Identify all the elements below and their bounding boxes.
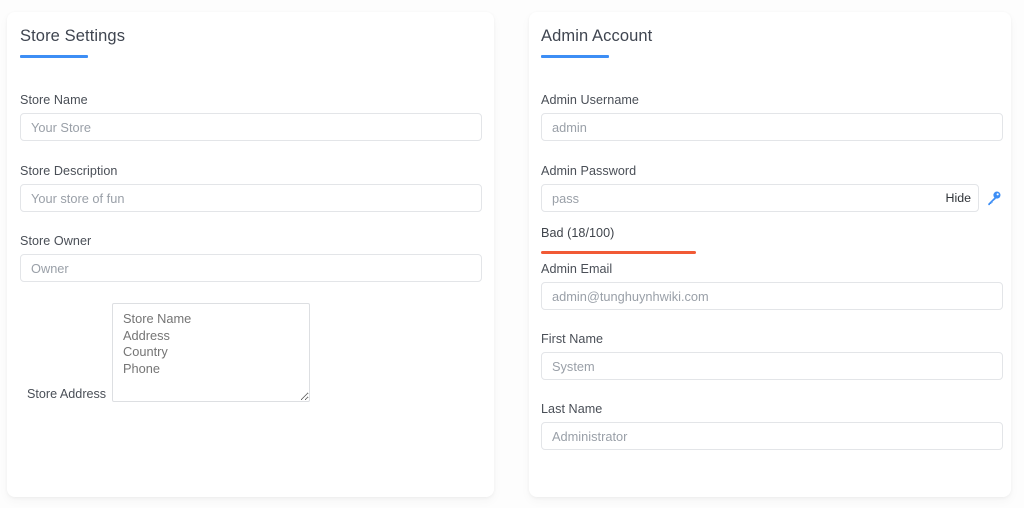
store-settings-panel: Store Settings Store Name Store Descript…: [7, 12, 494, 497]
password-visibility-toggle[interactable]: Hide: [946, 191, 971, 204]
admin-username-input[interactable]: [541, 113, 1003, 141]
field-last-name: Last Name: [541, 402, 1003, 450]
password-strength-bar: [541, 251, 696, 254]
field-store-owner: Store Owner: [20, 234, 482, 282]
admin-account-title: Admin Account: [541, 27, 653, 45]
store-owner-label: Store Owner: [20, 234, 92, 248]
password-strength-indicator: Bad (18/100): [541, 226, 1003, 254]
store-name-label: Store Name: [20, 93, 88, 107]
admin-password-input-wrapper: Hide: [541, 184, 979, 212]
field-store-description: Store Description: [20, 164, 482, 212]
field-admin-email: Admin Email: [541, 262, 1003, 310]
password-strength-text: Bad (18/100): [541, 226, 615, 240]
admin-email-input[interactable]: [541, 282, 1003, 310]
store-settings-title-underline: [20, 55, 88, 58]
store-description-input[interactable]: [20, 184, 482, 212]
settings-page: Store Settings Store Name Store Descript…: [0, 0, 1024, 508]
admin-account-panel: Admin Account Admin Username Admin Passw…: [529, 12, 1011, 497]
store-description-label: Store Description: [20, 164, 118, 178]
admin-password-input[interactable]: [541, 184, 979, 212]
first-name-label: First Name: [541, 332, 604, 346]
field-admin-username: Admin Username: [541, 93, 1003, 141]
field-admin-password: Admin Password Hide: [541, 164, 1003, 212]
store-address-label: Store Address: [27, 387, 107, 401]
store-address-textarea[interactable]: [112, 303, 310, 402]
admin-password-row: Hide: [541, 184, 1003, 212]
key-icon[interactable]: [986, 190, 1002, 206]
store-name-input[interactable]: [20, 113, 482, 141]
last-name-label: Last Name: [541, 402, 603, 416]
field-first-name: First Name: [541, 332, 1003, 380]
first-name-input[interactable]: [541, 352, 1003, 380]
field-store-address: Store Address: [20, 303, 482, 403]
field-store-name: Store Name: [20, 93, 482, 141]
store-settings-title: Store Settings: [20, 27, 126, 45]
last-name-input[interactable]: [541, 422, 1003, 450]
admin-account-title-underline: [541, 55, 609, 58]
admin-email-label: Admin Email: [541, 262, 613, 276]
admin-password-label: Admin Password: [541, 164, 637, 178]
admin-username-label: Admin Username: [541, 93, 639, 107]
store-owner-input[interactable]: [20, 254, 482, 282]
